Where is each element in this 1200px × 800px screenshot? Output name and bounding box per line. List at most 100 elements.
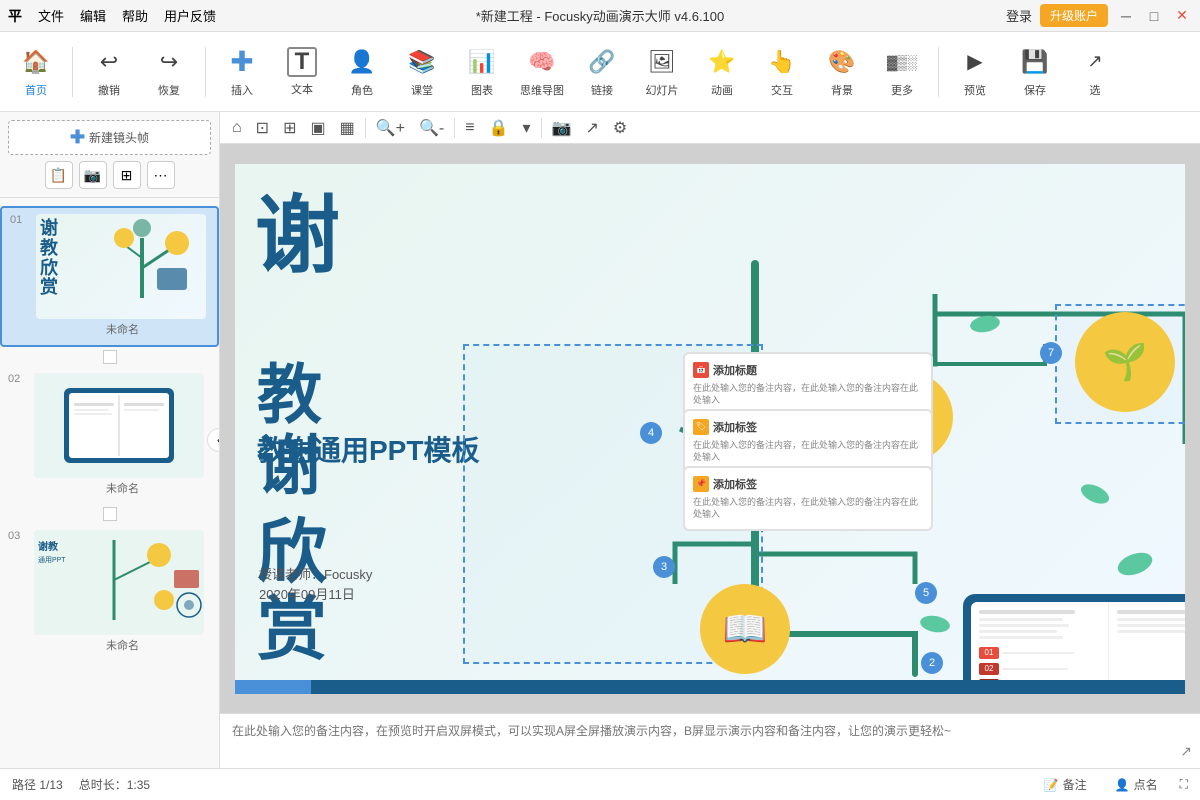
lock-icon[interactable]: 🔒	[485, 116, 513, 140]
new-frame-button[interactable]: ✚ 新建镜头帧	[8, 120, 211, 155]
canvas-more-icon[interactable]: ⚙	[609, 116, 631, 140]
photo-icon[interactable]: 📷	[548, 116, 576, 140]
canvas-wrap[interactable]: 谢 教谢通用PPT模板 教谢 欣赏 授课老师：Focusky 2020年09月1…	[220, 144, 1200, 713]
toolbar-link[interactable]: 🔗 链接	[574, 38, 630, 106]
node-badge-3: 3	[653, 556, 675, 578]
menu-feedback[interactable]: 用户反馈	[164, 6, 216, 25]
canvas-divider-3	[541, 118, 542, 138]
canvas-divider-1	[365, 118, 366, 138]
status-bar: 路径 1/13 总时长：1:35 📝 备注 👤 点名 ⛶	[0, 768, 1200, 800]
notes-icon: 📝	[1044, 778, 1059, 792]
zoom-out-icon[interactable]: 🔍-	[415, 116, 448, 140]
app-title: *新建工程 - Focusky动画演示大师 v4.6.100	[476, 6, 725, 25]
minimize-button[interactable]: ─	[1116, 6, 1136, 26]
zoom-fit-icon[interactable]: ⊡	[252, 116, 273, 140]
toolbar-undo[interactable]: ↩ 撤销	[81, 38, 137, 106]
export-icon[interactable]: ↗	[581, 116, 602, 140]
toolbar-chart-label: 图表	[471, 82, 493, 98]
status-left: 路径 1/13 总时长：1:35	[12, 776, 150, 793]
notes-textarea[interactable]	[232, 722, 1188, 760]
lock-dropdown-icon[interactable]: ▾	[519, 116, 535, 140]
toolbar-home[interactable]: 🏠 首页	[8, 38, 64, 106]
sidebar: ✚ 新建镜头帧 📋 📷 ⊞ ⋯ 01	[0, 112, 220, 768]
toolbar-preview[interactable]: ▶ 预览	[947, 38, 1003, 106]
login-button[interactable]: 登录	[1006, 6, 1032, 25]
camera-button[interactable]: 📷	[79, 161, 107, 189]
toolbar-slide[interactable]: 🖼 幻灯片	[634, 38, 690, 106]
close-button[interactable]: ✕	[1172, 6, 1192, 26]
classroom-icon: 📚	[406, 46, 438, 78]
node-badge-4: 4	[640, 422, 662, 444]
toolbar-mindmap[interactable]: 🧠 思维导图	[514, 38, 570, 106]
content-box-text-2: 在此处输入您的备注内容，在此处输入您的备注内容在此处输入	[693, 439, 923, 464]
frame-icon[interactable]: ▣	[306, 116, 329, 140]
chart-icon: 📊	[466, 46, 498, 78]
upgrade-button[interactable]: 升级账户	[1040, 4, 1108, 27]
notes-button[interactable]: 📝 备注	[1038, 774, 1093, 795]
toolbar-more[interactable]: ▓▒░ 更多	[874, 38, 930, 106]
path-info: 路径 1/13	[12, 776, 63, 793]
point-label: 点名	[1134, 776, 1158, 793]
tablet-device: 01 02 03	[963, 594, 1185, 694]
toolbar-redo[interactable]: ↪ 恢复	[141, 38, 197, 106]
fullscreen-icon[interactable]: ⛶	[1180, 777, 1188, 792]
author-text: 授课老师：Focusky	[259, 564, 372, 583]
menu-file[interactable]: 文件	[38, 6, 64, 25]
slide-num-03: 03	[8, 530, 28, 542]
content-box-text-1: 在此处输入您的备注内容，在此处输入您的备注内容在此处输入	[693, 382, 923, 407]
point-button[interactable]: 👤 点名	[1109, 774, 1164, 795]
toolbar-select[interactable]: ↗ 选	[1067, 38, 1123, 106]
zoom-selection-icon[interactable]: ⊞	[279, 116, 300, 140]
toolbar-interact[interactable]: 👆 交互	[754, 38, 810, 106]
toolbar-animation[interactable]: ⭐ 动画	[694, 38, 750, 106]
canvas-area: ⌂ ⊡ ⊞ ▣ ▦ 🔍+ 🔍- ≡ 🔒 ▾ 📷 ↗ ⚙	[220, 112, 1200, 768]
frame-fit-button[interactable]: ⊞	[113, 161, 141, 189]
expand-icon[interactable]: ↗	[1180, 743, 1192, 760]
svg-text:通用PPT: 通用PPT	[38, 555, 66, 564]
slide-entry-03[interactable]: 03 谢教 通用PPT	[0, 524, 219, 661]
toolbar-redo-label: 恢复	[158, 82, 180, 98]
toolbar-background[interactable]: 🎨 背景	[814, 38, 870, 106]
node-badge-2: 2	[921, 652, 943, 674]
menu-edit[interactable]: 编辑	[80, 6, 106, 25]
slide-entry-01[interactable]: 01 谢教欣赏	[0, 206, 219, 347]
copy-frame-button[interactable]: 📋	[45, 161, 73, 189]
more-icon: ▓▒░	[886, 46, 918, 78]
toolbar: 🏠 首页 ↩ 撤销 ↪ 恢复 ✚ 插入 T 文本 👤 角色 📚 课堂 📊 图表 …	[0, 32, 1200, 112]
toolbar-classroom[interactable]: 📚 课堂	[394, 38, 450, 106]
frame-settings-button[interactable]: ⋯	[147, 161, 175, 189]
align-icon[interactable]: ≡	[461, 117, 478, 139]
menu-bar: 平 文件 编辑 帮助 用户反馈	[8, 6, 216, 26]
toolbar-preview-label: 预览	[964, 82, 986, 98]
toolbar-save[interactable]: 💾 保存	[1007, 38, 1063, 106]
thumb-tree-svg	[102, 218, 202, 313]
home-nav-icon[interactable]: ⌂	[228, 117, 246, 139]
toolbar-role-label: 角色	[351, 82, 373, 98]
fit-icon: ⊞	[121, 167, 133, 184]
slide-divider-1	[0, 347, 219, 367]
progress-fill	[235, 680, 311, 694]
toolbar-undo-label: 撤销	[98, 82, 120, 98]
toolbar-more-label: 更多	[891, 82, 913, 98]
maximize-button[interactable]: □	[1144, 6, 1164, 26]
toolbar-insert[interactable]: ✚ 插入	[214, 38, 270, 106]
slide-entry-02[interactable]: 02	[0, 367, 219, 504]
content-box-mid: 🏷 添加标签 在此处输入您的备注内容，在此处输入您的备注内容在此处输入	[683, 409, 933, 474]
text-icon: T	[287, 47, 317, 77]
toolbar-divider-3	[938, 47, 939, 97]
toolbar-link-label: 链接	[591, 82, 613, 98]
menu-help[interactable]: 帮助	[122, 6, 148, 25]
zoom-in-icon[interactable]: 🔍+	[372, 116, 409, 140]
toolbar-role[interactable]: 👤 角色	[334, 38, 390, 106]
preview-icon: ▶	[959, 46, 991, 78]
toolbar-background-label: 背景	[831, 82, 853, 98]
plant-icon: 🌱	[1103, 341, 1148, 383]
toolbar-insert-label: 插入	[231, 82, 253, 98]
toolbar-divider-2	[205, 47, 206, 97]
canvas-view-icon[interactable]: ▦	[336, 116, 359, 140]
plus-icon: ✚	[70, 127, 85, 148]
thumb-chinese: 谢教欣赏	[40, 219, 58, 298]
toolbar-interact-label: 交互	[771, 82, 793, 98]
toolbar-text[interactable]: T 文本	[274, 38, 330, 106]
toolbar-chart[interactable]: 📊 图表	[454, 38, 510, 106]
